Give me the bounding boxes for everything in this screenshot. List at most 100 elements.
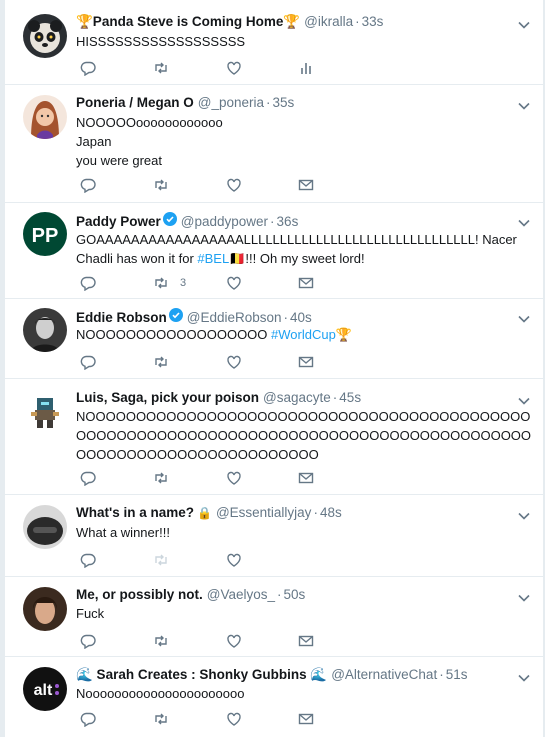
separator-dot: · [270,214,275,229]
svg-text:PP: PP [32,225,59,247]
avatar[interactable] [23,95,67,139]
tweet[interactable]: PP Paddy Power @paddypower · 36s GOAAAAA… [5,203,543,299]
like-icon[interactable] [226,633,244,651]
display-name[interactable]: What's in a name? [76,505,194,520]
mail-icon[interactable] [298,177,316,195]
verified-badge-icon [162,212,177,226]
chevron-down-icon[interactable] [517,18,531,32]
timestamp[interactable]: 48s [320,505,342,520]
tweet-text: NOOOOOoooooooooooo Japan you were great [76,115,223,168]
tweet-header: Poneria / Megan O @_poneria · 35s [76,95,507,110]
reply-icon[interactable] [80,470,98,488]
reply-icon[interactable] [80,552,98,570]
display-name[interactable]: Paddy Power [76,214,161,229]
timestamp[interactable]: 51s [446,667,468,682]
chevron-down-icon[interactable] [517,671,531,685]
retweet-icon[interactable] [153,354,171,372]
like-icon[interactable] [226,711,244,729]
chevron-down-icon[interactable] [517,591,531,605]
avatar[interactable] [23,14,67,58]
reply-icon[interactable] [80,633,98,651]
handle[interactable]: @EddieRobson [187,310,282,325]
handle[interactable]: @ikralla [304,14,353,29]
retweet-icon[interactable] [153,60,171,78]
reply-icon[interactable] [80,354,98,372]
chevron-down-icon[interactable] [517,216,531,230]
handle[interactable]: @sagacyte [263,390,331,405]
avatar[interactable]: PP [23,212,67,256]
tweet-header: Paddy Power @paddypower · 36s [76,212,507,229]
timestamp[interactable]: 35s [273,95,295,110]
display-name[interactable]: Poneria / Megan O [76,95,194,110]
face-photo-avatar-icon [23,587,67,631]
reply-icon[interactable] [80,711,98,729]
display-name[interactable]: 🏆Panda Steve is Coming Home🏆 [76,14,300,30]
timestamp[interactable]: 40s [290,310,312,325]
like-icon[interactable] [226,60,244,78]
chevron-down-icon[interactable] [517,99,531,113]
mail-icon[interactable] [298,633,316,651]
like-icon[interactable] [226,354,244,372]
like-icon[interactable] [226,470,244,488]
dark-helmet-avatar-icon [23,505,67,549]
mail-icon[interactable] [298,354,316,372]
tweet[interactable]: alt 🌊 Sarah Creates : Shonky Gubbins 🌊 @… [5,657,543,737]
hashtag-link[interactable]: #WorldCup [271,327,336,342]
tweet-header: 🏆Panda Steve is Coming Home🏆 @ikralla · … [76,14,507,30]
retweet-icon[interactable] [153,711,171,729]
handle[interactable]: @Essentiallyjay [216,505,312,520]
chevron-down-icon[interactable] [517,312,531,326]
mail-icon[interactable] [298,470,316,488]
tweet-text: GOAAAAAAAAAAAAAAAAALLLLLLLLLLLLLLLLLLLLL… [76,232,517,266]
display-name[interactable]: 🌊 Sarah Creates : Shonky Gubbins 🌊 [76,667,327,683]
handle[interactable]: @paddypower [181,214,268,229]
avatar[interactable] [23,390,67,434]
tweet-text: NOOOOOOOOOOOOOOOOOO #WorldCup🏆 [76,327,352,342]
timestamp[interactable]: 45s [339,390,361,405]
separator-dot: · [283,310,289,325]
analytics-icon[interactable] [298,60,316,78]
avatar[interactable] [23,505,67,549]
tweet[interactable]: Poneria / Megan O @_poneria · 35s NOOOOO… [5,85,543,203]
retweet-icon[interactable] [153,633,171,651]
retweet-icon[interactable] [153,177,171,195]
tweet-header: What's in a name? 🔒 @Essentiallyjay · 48… [76,505,507,520]
handle[interactable]: @Vaelyos_ [207,587,275,602]
chevron-down-icon[interactable] [517,509,531,523]
panda-avatar-icon [23,14,67,58]
like-icon[interactable] [226,275,244,293]
timestamp[interactable]: 36s [277,214,299,229]
chevron-down-icon[interactable] [517,394,531,408]
display-name[interactable]: Eddie Robson [76,310,167,325]
timestamp[interactable]: 33s [362,14,384,29]
like-icon[interactable] [226,177,244,195]
tweet[interactable]: Eddie Robson @EddieRobson · 40s NOOOOOOO… [5,299,543,379]
like-icon[interactable] [226,552,244,570]
separator-dot: · [332,390,338,405]
display-name[interactable]: Me, or possibly not. [76,587,203,602]
handle[interactable]: @AlternativeChat [331,667,437,682]
mail-icon[interactable] [298,275,316,293]
tweet[interactable]: What's in a name? 🔒 @Essentiallyjay · 48… [5,495,543,577]
mail-icon[interactable] [298,711,316,729]
display-name[interactable]: Luis, Saga, pick your poison [76,390,259,405]
retweet-icon[interactable] [153,275,171,293]
tweet-header: Me, or possibly not. @Vaelyos_ · 50s [76,587,507,602]
reply-icon[interactable] [80,60,98,78]
tweet-text: NOOOOOOOOOOOOOOOOOOOOOOOOOOOOOOOOOOOOOOO… [76,409,532,462]
timestamp[interactable]: 50s [284,587,306,602]
reply-icon[interactable] [80,177,98,195]
lock-icon: 🔒 [196,506,212,520]
avatar[interactable]: alt [23,667,67,711]
hashtag-link[interactable]: #BEL [197,251,229,266]
tweet-text: Fuck [76,606,105,621]
tweet[interactable]: Me, or possibly not. @Vaelyos_ · 50s Fuc… [5,577,543,657]
retweet-icon[interactable] [153,470,171,488]
handle[interactable]: @_poneria [198,95,264,110]
avatar[interactable] [23,308,67,352]
tweet[interactable]: 🏆Panda Steve is Coming Home🏆 @ikralla · … [5,0,543,85]
verified-badge-icon [168,308,183,322]
reply-icon[interactable] [80,275,98,293]
tweet[interactable]: Luis, Saga, pick your poison @sagacyte ·… [5,379,543,495]
avatar[interactable] [23,587,67,631]
